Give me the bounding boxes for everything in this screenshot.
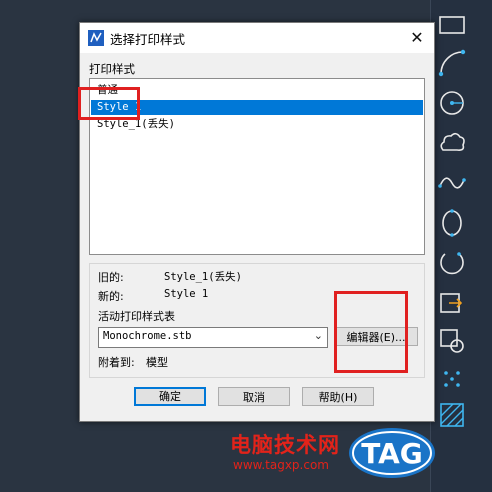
- circle-center-icon[interactable]: [437, 88, 467, 118]
- chevron-down-icon[interactable]: ⌄: [314, 329, 323, 342]
- rectangle-icon[interactable]: [437, 10, 467, 40]
- ellipse-icon[interactable]: [437, 208, 467, 238]
- app-icon: [88, 30, 104, 46]
- dialog-title: 选择打印样式: [110, 32, 186, 47]
- tag-logo-text: TAG: [361, 437, 423, 470]
- spline-icon[interactable]: [437, 168, 467, 198]
- dialog-titlebar: 选择打印样式 ✕: [80, 23, 434, 53]
- ok-button[interactable]: 确定: [134, 387, 206, 406]
- plot-style-table-select[interactable]: Monochrome.stb ⌄: [98, 327, 328, 348]
- attached-value: 模型: [146, 356, 168, 369]
- ellipse-arc-icon[interactable]: [437, 248, 467, 278]
- attached-label: 附着到:: [98, 356, 135, 369]
- annotation-highlight-editor: [334, 291, 408, 373]
- tag-logo: TAG: [347, 426, 437, 480]
- list-item-style-1[interactable]: Style 1: [91, 100, 423, 115]
- active-table-label: 活动打印样式表: [98, 310, 175, 323]
- arc-icon[interactable]: [437, 48, 467, 78]
- new-label: 新的:: [98, 290, 124, 303]
- old-value: Style_1(丢失): [164, 271, 242, 283]
- watermark-site-name: 电脑技术网: [230, 433, 340, 457]
- insert-block-icon[interactable]: [437, 288, 467, 318]
- list-item-style-1-missing[interactable]: Style_1(丢失): [91, 117, 423, 132]
- old-label: 旧的:: [98, 271, 124, 284]
- plot-style-label: 打印样式: [89, 62, 135, 76]
- list-item-normal[interactable]: 普通: [91, 83, 423, 98]
- create-block-icon[interactable]: [437, 326, 467, 356]
- cancel-button[interactable]: 取消: [218, 387, 290, 406]
- annotation-highlight-style: [78, 87, 140, 120]
- hatch-icon[interactable]: [437, 400, 467, 430]
- close-button[interactable]: ✕: [404, 25, 430, 51]
- plot-style-table-value: Monochrome.stb: [103, 330, 192, 342]
- help-button[interactable]: 帮助(H): [302, 387, 374, 406]
- watermark-url: www.tagxp.com: [233, 458, 329, 472]
- draw-toolbar: [430, 0, 492, 492]
- point-icon[interactable]: [437, 364, 467, 394]
- new-value: Style 1: [164, 288, 209, 300]
- revision-cloud-icon[interactable]: [437, 128, 467, 158]
